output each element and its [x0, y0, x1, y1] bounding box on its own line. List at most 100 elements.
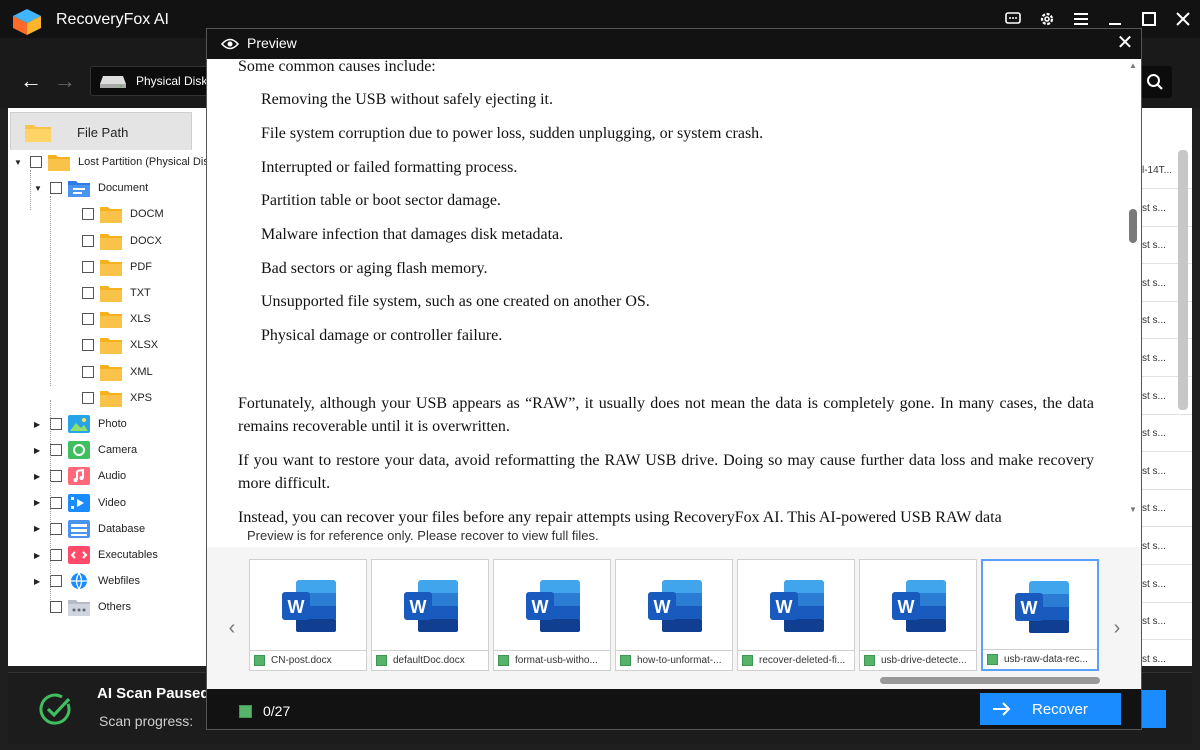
tree-item-checkbox[interactable] [50, 496, 62, 509]
svg-text:W: W [410, 597, 427, 617]
tree-item[interactable]: XLSX [66, 333, 158, 357]
table-row[interactable]: st s... [1140, 566, 1192, 603]
tree-item-checkbox[interactable] [82, 208, 94, 221]
tree-item[interactable]: ▶ Executables [34, 543, 158, 567]
table-row[interactable]: st s... [1140, 453, 1192, 490]
thumbnail-checkbox[interactable] [498, 655, 509, 666]
tree-item-checkbox[interactable] [50, 575, 62, 588]
expand-arrow-icon[interactable]: ▶ [34, 420, 44, 429]
doc-intro: Some common causes include: [238, 59, 436, 75]
back-arrow-icon[interactable]: ← [18, 64, 44, 98]
collapse-arrow-icon[interactable]: ▼ [14, 158, 24, 167]
thumbnail-prev-icon[interactable]: ‹ [222, 617, 242, 640]
tree-item-checkbox[interactable] [50, 549, 62, 561]
thumbnail-checkbox[interactable] [376, 655, 387, 666]
tree-item[interactable]: XPS [66, 386, 152, 410]
doc-cause-item: Removing the USB without safely ejecting… [261, 91, 553, 108]
file-list-scrollbar[interactable] [1178, 150, 1188, 410]
tree-item[interactable]: TXT [66, 281, 151, 305]
expand-arrow-icon[interactable]: ▶ [34, 446, 44, 455]
arrow-right-icon [993, 702, 1011, 716]
thumbnail-checkbox[interactable] [620, 655, 631, 666]
file-thumbnail[interactable]: Wrecover-deleted-fi... [737, 559, 855, 671]
tree-item[interactable]: PDF [66, 255, 152, 279]
tree-item-checkbox[interactable] [50, 522, 62, 535]
tree-item-checkbox[interactable] [82, 391, 94, 404]
tree-item-checkbox[interactable] [50, 470, 62, 483]
eye-icon [221, 38, 239, 50]
thumbnail-checkbox[interactable] [987, 654, 998, 665]
recover-button[interactable]: Recover [980, 693, 1121, 725]
thumbnail-filename: recover-deleted-fi... [759, 655, 846, 666]
tree-item-checkbox[interactable] [82, 365, 94, 378]
forward-arrow-icon[interactable]: → [52, 64, 78, 98]
svg-text:W: W [654, 597, 671, 617]
tree-item[interactable]: ▶ Video [34, 491, 126, 515]
expand-arrow-icon[interactable]: ▶ [34, 551, 44, 560]
tree-item[interactable]: DOCM [66, 202, 164, 226]
file-thumbnail[interactable]: Wusb-raw-data-rec... [981, 559, 1099, 671]
doc-cause-item: File system corruption due to power loss… [261, 125, 764, 142]
tree-item-checkbox[interactable] [82, 260, 94, 273]
document-preview: Some common causes include: Removing the… [207, 59, 1127, 547]
collapse-arrow-icon[interactable]: ▼ [34, 184, 44, 193]
tree-item[interactable]: XML [66, 360, 153, 384]
close-icon[interactable] [1166, 0, 1200, 38]
path-breadcrumb[interactable]: Physical Disk [90, 66, 220, 96]
tree-item[interactable]: ▶ Audio [34, 464, 126, 488]
tree-item[interactable]: DOCX [66, 229, 162, 253]
scroll-up-icon[interactable]: ▲ [1125, 61, 1141, 73]
tree-item[interactable]: XLS [66, 307, 151, 331]
thumbnail-next-icon[interactable]: › [1107, 617, 1127, 640]
expand-arrow-icon[interactable]: ▶ [34, 577, 44, 586]
tree-item-checkbox[interactable] [82, 234, 94, 247]
document-scroll-thumb[interactable] [1129, 209, 1137, 243]
select-all-checkbox[interactable] [239, 705, 252, 718]
word-document-icon: W [1013, 579, 1071, 635]
file-thumbnail[interactable]: W CN-post.docx [249, 559, 367, 671]
preview-close-icon[interactable]: ✕ [1115, 33, 1135, 53]
scroll-down-icon[interactable]: ▼ [1125, 505, 1141, 517]
tree-item-checkbox[interactable] [50, 182, 62, 195]
table-row[interactable]: st s... [1140, 603, 1192, 641]
tree-item[interactable]: ▼ Document [34, 176, 148, 200]
tree-item-label: XML [130, 365, 153, 378]
thumbnail-scrollbar[interactable] [880, 677, 1100, 684]
tree-item-checkbox[interactable] [82, 313, 94, 326]
tree-item-checkbox[interactable] [50, 444, 62, 457]
main-recover-button[interactable] [1140, 690, 1166, 728]
table-row[interactable]: st s... [1140, 415, 1192, 453]
doc-paragraph: If you want to restore your data, avoid … [238, 452, 1094, 492]
video-icon [68, 493, 90, 512]
expand-arrow-icon[interactable]: ▶ [34, 472, 44, 481]
search-button[interactable] [1138, 66, 1172, 98]
recover-button-label: Recover [1032, 700, 1088, 718]
tree-item-checkbox[interactable] [82, 287, 94, 299]
word-document-icon: W [646, 578, 704, 634]
thumbnail-checkbox[interactable] [742, 655, 753, 666]
tree-item[interactable]: ▼ Lost Partition (Physical Disk [14, 150, 214, 174]
file-thumbnail[interactable]: Whow-to-unformat-... [615, 559, 733, 671]
tree-item[interactable]: ▶ Photo [34, 412, 127, 436]
tree-item-checkbox[interactable] [50, 601, 62, 614]
table-row[interactable]: st s... [1140, 490, 1192, 528]
file-thumbnail[interactable]: WdefaultDoc.docx [371, 559, 489, 671]
thumbnail-checkbox[interactable] [254, 655, 265, 666]
expand-arrow-icon[interactable]: ▶ [34, 524, 44, 533]
expand-arrow-icon[interactable]: ▶ [34, 498, 44, 507]
thumbnail-checkbox[interactable] [864, 655, 875, 666]
file-thumbnail[interactable]: Wusb-drive-detecte... [859, 559, 977, 671]
document-scrollbar[interactable] [1125, 59, 1141, 547]
tree-item-label: Others [98, 601, 132, 614]
thumbnail-filename: CN-post.docx [271, 655, 332, 666]
tree-item[interactable]: Others [34, 595, 131, 619]
tree-item-checkbox[interactable] [50, 418, 62, 430]
folder-icon [100, 310, 122, 329]
doc-cause-item: Partition table or boot sector damage. [261, 192, 501, 209]
tree-item-checkbox[interactable] [82, 339, 94, 352]
table-row[interactable]: st s... [1140, 528, 1192, 565]
tree-item-checkbox[interactable] [30, 156, 42, 168]
tab-file-path[interactable]: File Path [10, 112, 192, 150]
thumbnail-filename: defaultDoc.docx [393, 655, 465, 666]
file-thumbnail[interactable]: Wformat-usb-witho... [493, 559, 611, 671]
